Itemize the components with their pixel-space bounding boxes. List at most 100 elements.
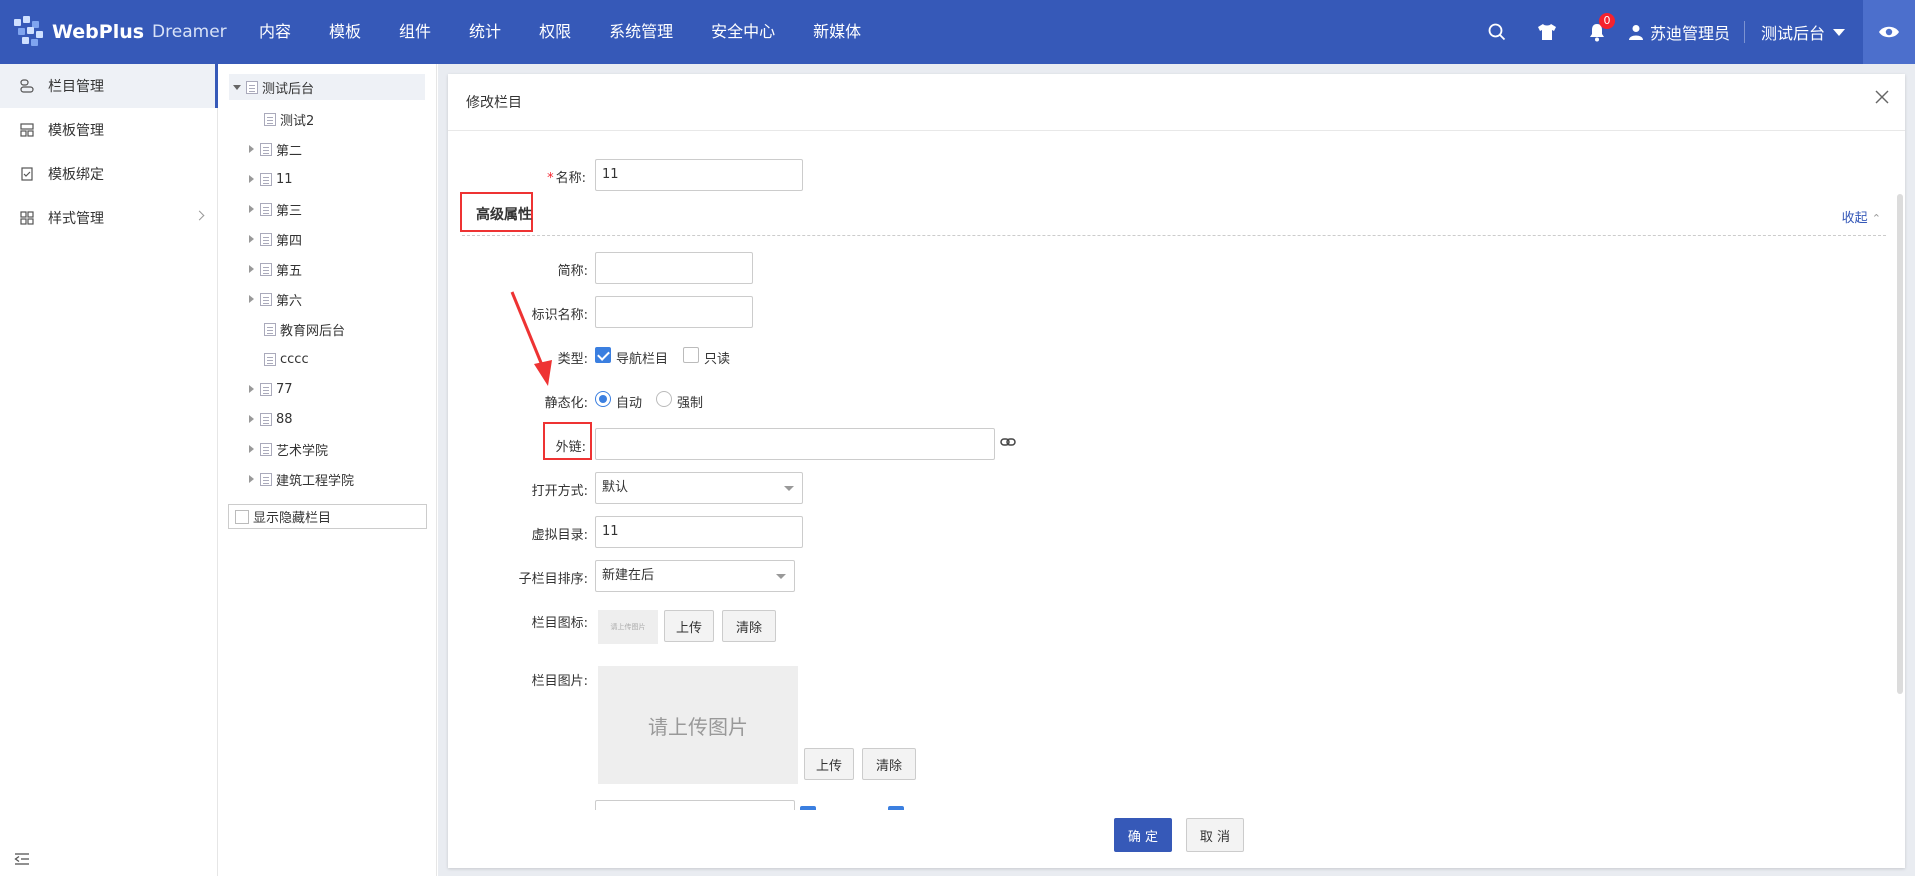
show-hidden-checkbox[interactable]	[235, 509, 249, 524]
required-mark: *	[547, 171, 554, 186]
cancel-button[interactable]: 取 消	[1186, 818, 1244, 852]
dialog-footer: 确 定 取 消	[448, 810, 1905, 868]
menu-item-label: 模板绑定	[48, 167, 104, 183]
preview-button[interactable]	[1863, 0, 1915, 64]
logo-icon	[12, 15, 46, 49]
confirm-button[interactable]: 确 定	[1114, 818, 1172, 852]
nav-item-content[interactable]: 内容	[240, 0, 310, 64]
tree-node[interactable]: 88	[249, 406, 293, 432]
app-logo[interactable]: WebPlus Dreamer	[12, 14, 227, 50]
page-icon	[260, 382, 272, 396]
expand-arrow-icon[interactable]	[249, 445, 254, 453]
menu-item-template-manage[interactable]: 模板管理	[0, 108, 217, 152]
expand-arrow-icon[interactable]	[249, 235, 254, 243]
template-bind-icon	[20, 167, 34, 181]
tree-node[interactable]: 教育网后台	[264, 316, 345, 342]
page-icon	[260, 412, 272, 426]
site-switcher[interactable]: 测试后台	[1745, 0, 1863, 64]
image-clear-button[interactable]: 清除	[862, 748, 916, 780]
close-button[interactable]	[1875, 90, 1889, 104]
nav-item-system[interactable]: 系统管理	[590, 0, 692, 64]
menu-item-style-manage[interactable]: 样式管理	[0, 196, 217, 240]
show-hidden-toggle[interactable]: 显示隐藏栏目	[228, 504, 427, 529]
tree-node[interactable]: 第三	[249, 196, 302, 222]
user-name: 苏迪管理员	[1649, 24, 1730, 43]
tree-node[interactable]: 第二	[249, 136, 302, 162]
type-nav-checkbox[interactable]	[595, 347, 611, 363]
name-input[interactable]: 11	[595, 159, 803, 191]
link-input[interactable]	[595, 428, 995, 460]
tree-node-label: 测试后台	[262, 81, 315, 97]
static-force-radio[interactable]	[656, 391, 672, 407]
eye-icon	[1879, 26, 1899, 38]
ident-input[interactable]	[595, 296, 753, 328]
tree-node[interactable]: 测试2	[264, 106, 314, 132]
nav-item-security[interactable]: 安全中心	[692, 0, 794, 64]
icon-preview: 请上传图片	[598, 610, 658, 644]
edit-column-dialog: 修改栏目 * 名称: 11 高级属性 收起 ⌃ 简称: 标识名称: 类型: 导航栏…	[448, 74, 1905, 868]
static-auto-radio[interactable]	[595, 391, 611, 407]
short-name-input[interactable]	[595, 252, 753, 284]
app-subtitle: Dreamer	[152, 22, 227, 42]
tree-node[interactable]: 第四	[249, 226, 302, 252]
tree-node[interactable]: 建筑工程学院	[249, 466, 354, 492]
tree-node[interactable]: cccc	[264, 346, 309, 372]
nav-item-permission[interactable]: 权限	[520, 0, 590, 64]
vdir-input[interactable]: 11	[595, 516, 803, 548]
page-icon	[260, 472, 272, 486]
user-menu[interactable]: 苏迪管理员	[1622, 0, 1744, 64]
collapse-menu-button[interactable]	[14, 852, 30, 870]
menu-item-template-bind[interactable]: 模板绑定	[0, 152, 217, 196]
page-icon	[260, 442, 272, 456]
sort-label: 子栏目排序:	[518, 572, 588, 587]
menu-item-label: 样式管理	[48, 211, 104, 227]
tree-node[interactable]: 77	[249, 376, 293, 402]
dialog-scrollbar[interactable]	[1897, 194, 1903, 694]
collapse-link[interactable]: 收起 ⌃	[1842, 207, 1881, 226]
open-mode-label: 打开方式:	[531, 484, 588, 499]
type-readonly-label: 只读	[704, 352, 731, 367]
icon-label: 栏目图标:	[531, 616, 588, 631]
menu-item-label: 栏目管理	[48, 79, 104, 95]
expand-arrow-icon[interactable]	[249, 295, 254, 303]
nav-item-stats[interactable]: 统计	[450, 0, 520, 64]
section-divider	[462, 235, 1886, 236]
expand-arrow-icon[interactable]	[249, 415, 254, 423]
tree-node[interactable]: 11	[249, 166, 293, 192]
static-label: 静态化:	[544, 396, 588, 411]
show-hidden-label: 显示隐藏栏目	[253, 511, 332, 526]
menu-item-column-manage[interactable]: 栏目管理	[0, 64, 218, 108]
app-title: WebPlus	[52, 21, 145, 43]
chain-link-icon	[1000, 438, 1016, 446]
page-icon	[264, 352, 276, 366]
expand-arrow-icon[interactable]	[249, 265, 254, 273]
tree-node[interactable]: 艺术学院	[249, 436, 328, 462]
notification-button[interactable]: 0	[1572, 0, 1622, 64]
column-manage-icon	[20, 79, 34, 93]
top-right-tools: 0 苏迪管理员 测试后台	[1472, 0, 1915, 64]
tree-node[interactable]: 第六	[249, 286, 302, 312]
sort-select[interactable]: 新建在后	[595, 560, 795, 592]
nav-item-template[interactable]: 模板	[310, 0, 380, 64]
open-mode-select[interactable]: 默认	[595, 472, 803, 504]
expand-arrow-icon[interactable]	[249, 205, 254, 213]
theme-button[interactable]	[1522, 0, 1572, 64]
nav-item-component[interactable]: 组件	[380, 0, 450, 64]
search-button[interactable]	[1472, 0, 1522, 64]
image-upload-button[interactable]: 上传	[804, 748, 854, 780]
nav-item-newmedia[interactable]: 新媒体	[794, 0, 880, 64]
type-readonly-checkbox[interactable]	[683, 347, 699, 363]
link-button[interactable]	[1000, 436, 1016, 452]
search-icon	[1488, 23, 1506, 41]
expand-arrow-icon[interactable]	[249, 145, 254, 153]
icon-clear-button[interactable]: 清除	[722, 610, 776, 642]
expand-arrow-icon[interactable]	[249, 385, 254, 393]
site-name: 测试后台	[1760, 24, 1825, 43]
page-icon	[260, 292, 272, 306]
tree-node[interactable]: 第五	[249, 256, 302, 282]
icon-upload-button[interactable]: 上传	[664, 610, 714, 642]
top-bar: WebPlus Dreamer 内容 模板 组件 统计 权限 系统管理 安全中心…	[0, 0, 1915, 64]
expand-arrow-icon[interactable]	[249, 175, 254, 183]
tree-node-root[interactable]: 测试后台	[229, 74, 425, 100]
expand-arrow-icon[interactable]	[249, 475, 254, 483]
